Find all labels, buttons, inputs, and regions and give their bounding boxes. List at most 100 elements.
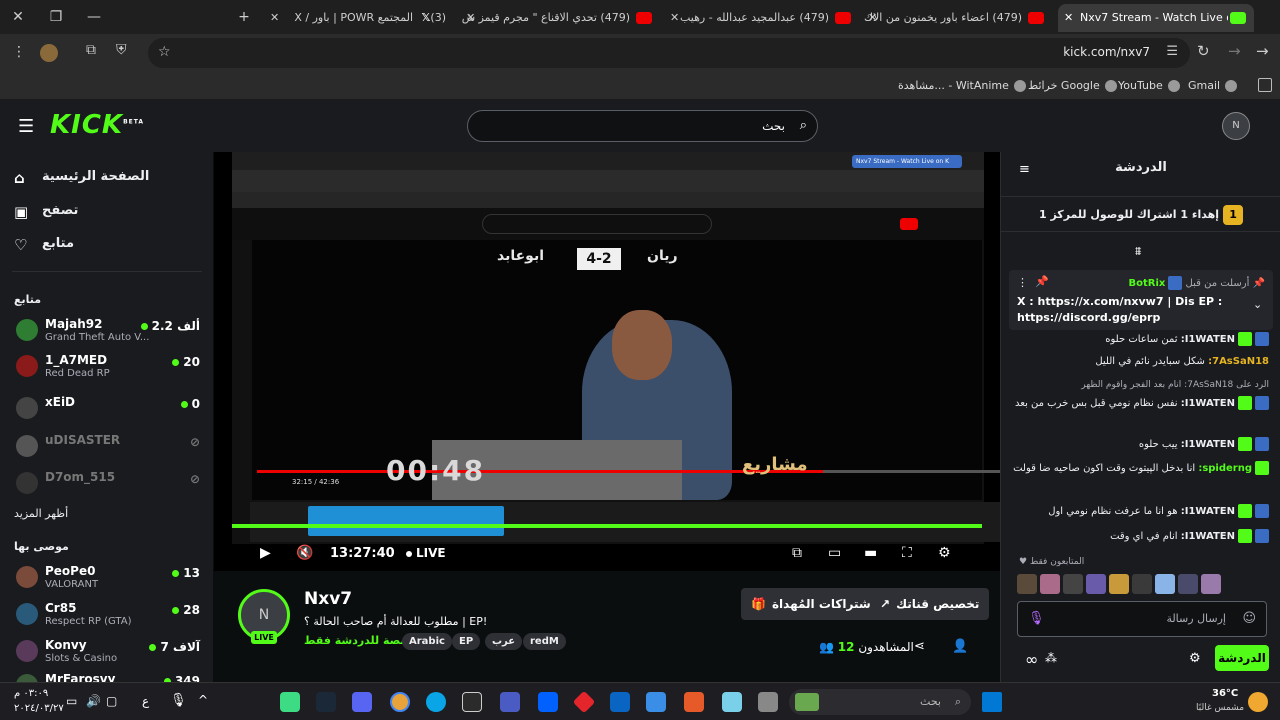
bookmark-youtube[interactable]: YouTube: [1118, 76, 1180, 96]
tab-video-1[interactable]: ✕ (479) اعضاء باور يخمنون من الاك: [862, 4, 1052, 32]
following-channel[interactable]: Majah92 Grand Theft Auto V... 2.2 ألف: [14, 315, 204, 349]
microphone-tray-icon[interactable]: 🎙: [170, 693, 187, 708]
settings-gear-icon[interactable]: ⚙: [938, 545, 951, 561]
display-icon[interactable]: ▢: [106, 694, 117, 708]
bookmark-maps[interactable]: خرائط Google: [1028, 76, 1117, 96]
steam-icon[interactable]: [316, 692, 336, 712]
search-input[interactable]: بحث ⌕: [467, 110, 818, 142]
emotes-icon[interactable]: ⁂: [1045, 651, 1057, 665]
emote[interactable]: [1086, 574, 1106, 594]
emote[interactable]: [1109, 574, 1129, 594]
tab-video-2[interactable]: ✕ (479) عبدالمجيد عبدالله - رهيب: [664, 4, 859, 32]
tag-chip[interactable]: redM: [523, 633, 566, 650]
battery-icon[interactable]: ▭: [66, 694, 77, 708]
emote[interactable]: [1132, 574, 1152, 594]
outlook-icon[interactable]: [610, 692, 630, 712]
following-channel[interactable]: xEiD 0: [14, 393, 204, 427]
chat-message-input[interactable]: إرسال رسالة ☺ 🎙: [1017, 601, 1267, 637]
bookmark-witanime[interactable]: مشاهدة... - WitAnime: [898, 76, 1026, 96]
hamburger-menu-icon[interactable]: ☰: [18, 116, 34, 137]
profile-avatar[interactable]: [40, 44, 58, 62]
fullscreen-icon[interactable]: ⛶: [902, 545, 912, 561]
chrome-icon[interactable]: [390, 692, 410, 712]
epic-games-icon[interactable]: [462, 692, 482, 712]
emote[interactable]: [1178, 574, 1198, 594]
recommended-channel[interactable]: MrFarosvy 349: [14, 670, 204, 682]
bookmark-gmail[interactable]: Gmail: [1188, 76, 1238, 96]
emote[interactable]: [1201, 574, 1221, 594]
clip-icon[interactable]: ▭: [828, 545, 841, 561]
more-options-icon[interactable]: ⋮: [1017, 276, 1028, 289]
kick-logo[interactable]: KICKBETA: [50, 110, 144, 140]
site-settings-icon[interactable]: ☰: [1166, 44, 1178, 59]
back-icon[interactable]: →: [1256, 42, 1269, 60]
mute-icon[interactable]: 🔇: [296, 545, 313, 561]
following-channel[interactable]: uDISASTER ⊘: [14, 431, 204, 465]
chat-settings-gear-icon[interactable]: ⚙: [1189, 651, 1201, 666]
office-icon[interactable]: [684, 692, 704, 712]
recommended-channel[interactable]: Konvy Slots & Casino 7 آلاف: [14, 636, 204, 670]
nav-browse[interactable]: ▣ تصفح: [14, 201, 204, 223]
following-channel[interactable]: 1_A7MED Red Dead RP 20: [14, 351, 204, 385]
tab-close-icon[interactable]: ✕: [270, 4, 279, 32]
copilot-icon[interactable]: [722, 692, 742, 712]
taskbar-search[interactable]: بحث ⌕: [789, 689, 971, 715]
send-chat-button[interactable]: الدردشة: [1215, 645, 1269, 671]
following-channel[interactable]: D7om_515 ⊘: [14, 468, 204, 502]
customize-channel-button[interactable]: ↗ تخصيص قناتك: [870, 588, 990, 620]
share-icon[interactable]: ⋖: [914, 639, 925, 654]
shield-icon[interactable]: ⛨: [116, 42, 127, 58]
tab-close-icon[interactable]: ✕: [1064, 4, 1073, 32]
emote[interactable]: [1155, 574, 1175, 594]
emoji-icon[interactable]: ☺: [1242, 602, 1256, 636]
emote[interactable]: [1017, 574, 1037, 594]
microphone-icon[interactable]: 🎙: [1028, 602, 1045, 636]
app-icon[interactable]: [572, 690, 596, 714]
task-view-icon[interactable]: [758, 692, 778, 712]
tab-kick-active[interactable]: ✕ Nxv7 Stream - Watch Live on Kick: [1058, 4, 1254, 32]
tag-chip[interactable]: EP: [452, 633, 481, 650]
pip-icon[interactable]: ⧉: [792, 545, 802, 561]
tab-video-3[interactable]: ✕ (479) تحدي الاقناع " مجرم قيمز ش: [460, 4, 660, 32]
extensions-icon[interactable]: ⧉: [86, 42, 96, 58]
weather-sun-icon[interactable]: [1248, 692, 1268, 712]
restore-window-icon[interactable]: ❐: [44, 6, 68, 28]
chevron-down-icon[interactable]: ⌄: [1253, 298, 1262, 311]
recommended-channel[interactable]: Cr85 Respect RP (GTA) 28: [14, 599, 204, 633]
windows-start-icon[interactable]: [982, 692, 1002, 712]
store-icon[interactable]: [646, 692, 666, 712]
tag-chip[interactable]: Arabic: [402, 633, 452, 650]
theater-mode-icon[interactable]: ▬: [864, 545, 877, 561]
forward-icon[interactable]: →: [1228, 42, 1241, 60]
recommended-channel[interactable]: PeoPe0 VALORANT 13: [14, 562, 204, 596]
nav-home[interactable]: ⌂ الصفحة الرئيسية: [14, 167, 204, 189]
sub-goal-banner[interactable]: إهداء 1 اشتراك للوصول للمركز 11: [1001, 196, 1280, 232]
dropbox-icon[interactable]: [538, 692, 558, 712]
menu-dots-icon[interactable]: ⋮: [12, 44, 26, 60]
app-icon[interactable]: [500, 692, 520, 712]
video-player[interactable]: Nxv7 Stream - Watch Live on K ابوعابد 4-…: [214, 152, 1000, 571]
infinity-icon[interactable]: ∞: [1025, 650, 1038, 669]
follow-user-icon[interactable]: 👤: [952, 639, 968, 654]
close-window-icon[interactable]: ✕: [6, 6, 30, 28]
minimize-window-icon[interactable]: —: [82, 6, 106, 28]
emote[interactable]: [1063, 574, 1083, 594]
new-tab-icon[interactable]: +: [232, 6, 256, 28]
emote[interactable]: [1040, 574, 1060, 594]
chevron-up-icon[interactable]: ^: [198, 693, 208, 707]
star-icon[interactable]: ☆: [158, 44, 171, 60]
nav-following[interactable]: ♡ متابع: [14, 234, 204, 256]
language-indicator[interactable]: ع: [142, 694, 149, 708]
all-bookmarks-icon[interactable]: [1258, 78, 1272, 92]
streamer-name[interactable]: Nxv7: [304, 589, 352, 609]
pinned-toggle-icon[interactable]: ⩩: [1135, 244, 1141, 259]
pin-icon[interactable]: 📌: [1035, 275, 1049, 288]
tag-chip[interactable]: عرب: [485, 633, 523, 650]
tab-x-powr[interactable]: ✕ 𝕏(3) المجتمع POWR | باور / X: [264, 4, 454, 32]
reload-icon[interactable]: ↻: [1197, 42, 1210, 60]
edge-icon[interactable]: [426, 692, 446, 712]
tab-close-icon[interactable]: ✕: [670, 4, 679, 32]
app-icon[interactable]: [280, 692, 300, 712]
show-more-link[interactable]: أظهر المزيد: [14, 507, 68, 520]
user-avatar[interactable]: N: [1222, 112, 1250, 140]
